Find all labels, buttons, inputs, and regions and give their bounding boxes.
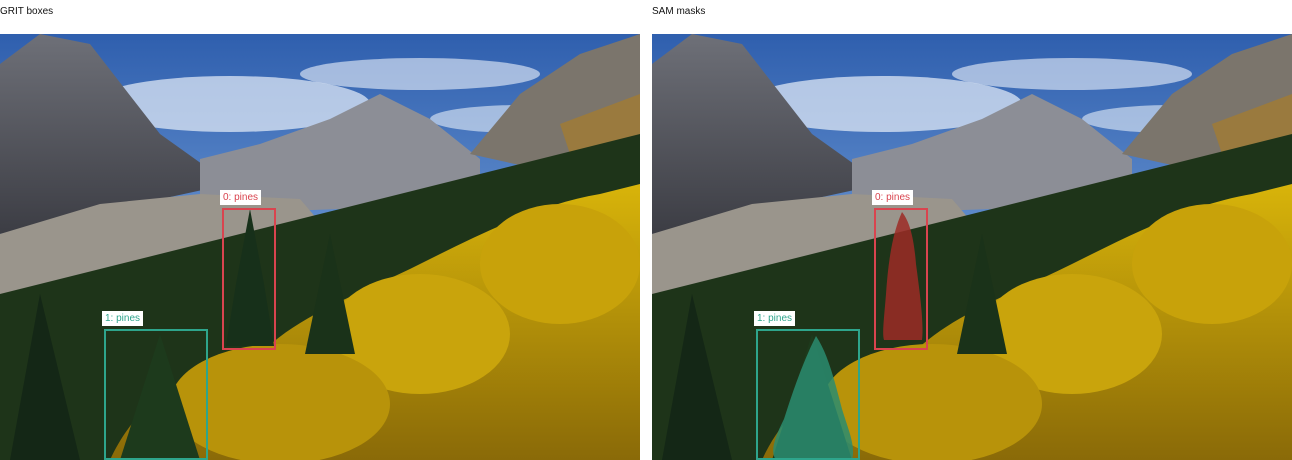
box-0-label: 0: pines <box>220 190 262 205</box>
box-1-label: 1: pines <box>754 311 796 326</box>
box-1-pines <box>756 329 860 460</box>
panel-title-grit: GRIT boxes <box>0 6 54 17</box>
box-0-label: 0: pines <box>872 190 914 205</box>
panel-title-sam: SAM masks <box>652 6 706 17</box>
box-1-label: 1: pines <box>102 311 144 326</box>
landscape-photo <box>652 34 1292 460</box>
box-0-pines <box>874 208 928 350</box>
box-0-pines <box>222 208 276 350</box>
grit-boxes-panel: 0: pines 1: pines <box>0 34 640 460</box>
box-1-pines <box>104 329 208 460</box>
landscape-photo <box>0 34 640 460</box>
sam-masks-panel: 0: pines 1: pines <box>652 34 1292 460</box>
